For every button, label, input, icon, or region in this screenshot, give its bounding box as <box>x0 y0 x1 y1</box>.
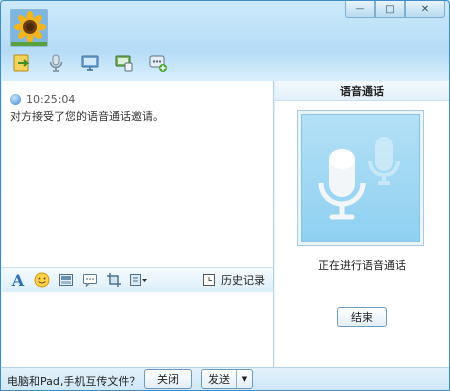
font-glyph: A <box>11 270 25 290</box>
chat-history-area[interactable]: 10:25:04 对方接受了您的语音通话邀请。 <box>2 81 274 267</box>
window-controls: — □ ✕ <box>345 1 445 18</box>
minimize-button[interactable]: — <box>345 1 375 18</box>
format-icons: A <box>9 270 147 290</box>
video-monitor-icon[interactable] <box>79 52 101 74</box>
close-window-button[interactable]: ✕ <box>405 1 445 18</box>
sunflower-avatar-image <box>11 10 47 46</box>
minimize-icon: — <box>355 4 365 14</box>
more-tools-icon[interactable] <box>129 271 147 289</box>
chat-window: — □ ✕ 10:25:04 对方接受了您的语音通话邀请。 A 历史记录 语音通… <box>0 0 450 391</box>
chevron-down-icon: ▼ <box>241 375 248 383</box>
message-text: 对方接受了您的语音通话邀请。 <box>10 110 164 123</box>
maximize-icon: □ <box>385 3 395 15</box>
more-apps-icon[interactable] <box>147 52 169 74</box>
transfer-file-icon[interactable] <box>11 52 33 74</box>
close-button[interactable]: 关闭 <box>144 369 192 389</box>
avatar[interactable] <box>10 9 48 47</box>
format-toolbar: A 历史记录 <box>2 267 274 292</box>
message-input[interactable] <box>2 292 274 368</box>
chat-toolbar <box>11 52 169 74</box>
voice-call-panel: 语音通话 正在进行语音通话 结束 <box>275 81 449 367</box>
screenshot-icon[interactable] <box>105 271 123 289</box>
system-info-icon <box>10 94 21 105</box>
image-icon[interactable] <box>57 271 75 289</box>
microphone-visual-icon <box>318 137 400 220</box>
send-button[interactable]: 发送 ▼ <box>201 369 253 389</box>
voice-panel-title: 语音通话 <box>275 81 449 101</box>
emoji-icon[interactable] <box>33 271 51 289</box>
window-header: — □ ✕ <box>1 1 449 81</box>
chat-bubble-icon[interactable] <box>81 271 99 289</box>
history-icon <box>203 274 215 286</box>
voice-visual-frame <box>297 110 424 246</box>
history-label: 历史记录 <box>221 274 265 287</box>
maximize-button[interactable]: □ <box>375 1 405 18</box>
close-icon: ✕ <box>420 3 430 15</box>
send-options-dropdown[interactable]: ▼ <box>236 370 252 388</box>
message-time: 10:25:04 <box>26 93 76 106</box>
font-icon[interactable]: A <box>9 270 27 290</box>
send-label: 发送 <box>208 373 230 386</box>
end-call-button[interactable]: 结束 <box>337 307 387 327</box>
call-status: 正在进行语音通话 <box>318 259 406 272</box>
voice-visual <box>301 114 420 242</box>
bottom-bar: 电脑和Pad,手机互传文件？ 关闭 发送 ▼ <box>1 367 449 390</box>
microphone-icon[interactable] <box>45 52 67 74</box>
message-header: 10:25:04 <box>10 93 75 106</box>
transfer-tip-link[interactable]: 电脑和Pad,手机互传文件？ <box>7 373 140 389</box>
remote-desktop-icon[interactable] <box>113 52 135 74</box>
history-button[interactable]: 历史记录 <box>202 272 265 288</box>
